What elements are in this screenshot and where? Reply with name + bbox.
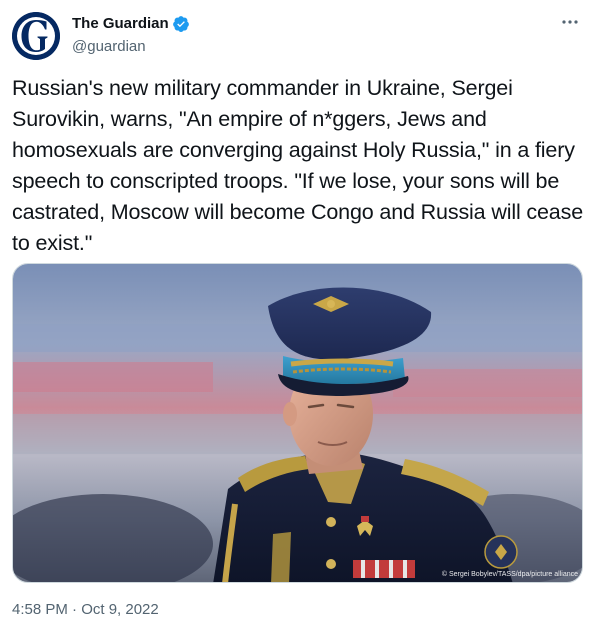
verified-badge-icon xyxy=(172,15,190,33)
avatar[interactable] xyxy=(12,12,60,60)
military-commander-photo xyxy=(13,264,582,582)
tweet-text: Russian's new military commander in Ukra… xyxy=(12,76,589,255)
tweet-media-photo[interactable]: © Sergei Bobylev/TASS/dpa/picture allian… xyxy=(12,263,583,583)
author-name-row: The Guardian xyxy=(72,14,190,34)
photo-credit: © Sergei Bobylev/TASS/dpa/picture allian… xyxy=(441,571,578,578)
tweet-card: The Guardian @guardian Russian's new mil… xyxy=(0,0,596,630)
guardian-logo-icon xyxy=(12,12,60,60)
display-name[interactable]: The Guardian xyxy=(72,14,169,34)
more-options-icon[interactable] xyxy=(558,12,582,32)
author-handle[interactable]: @guardian xyxy=(72,37,146,57)
tweet-timestamp[interactable]: 4:58 PM · Oct 9, 2022 xyxy=(12,600,159,620)
